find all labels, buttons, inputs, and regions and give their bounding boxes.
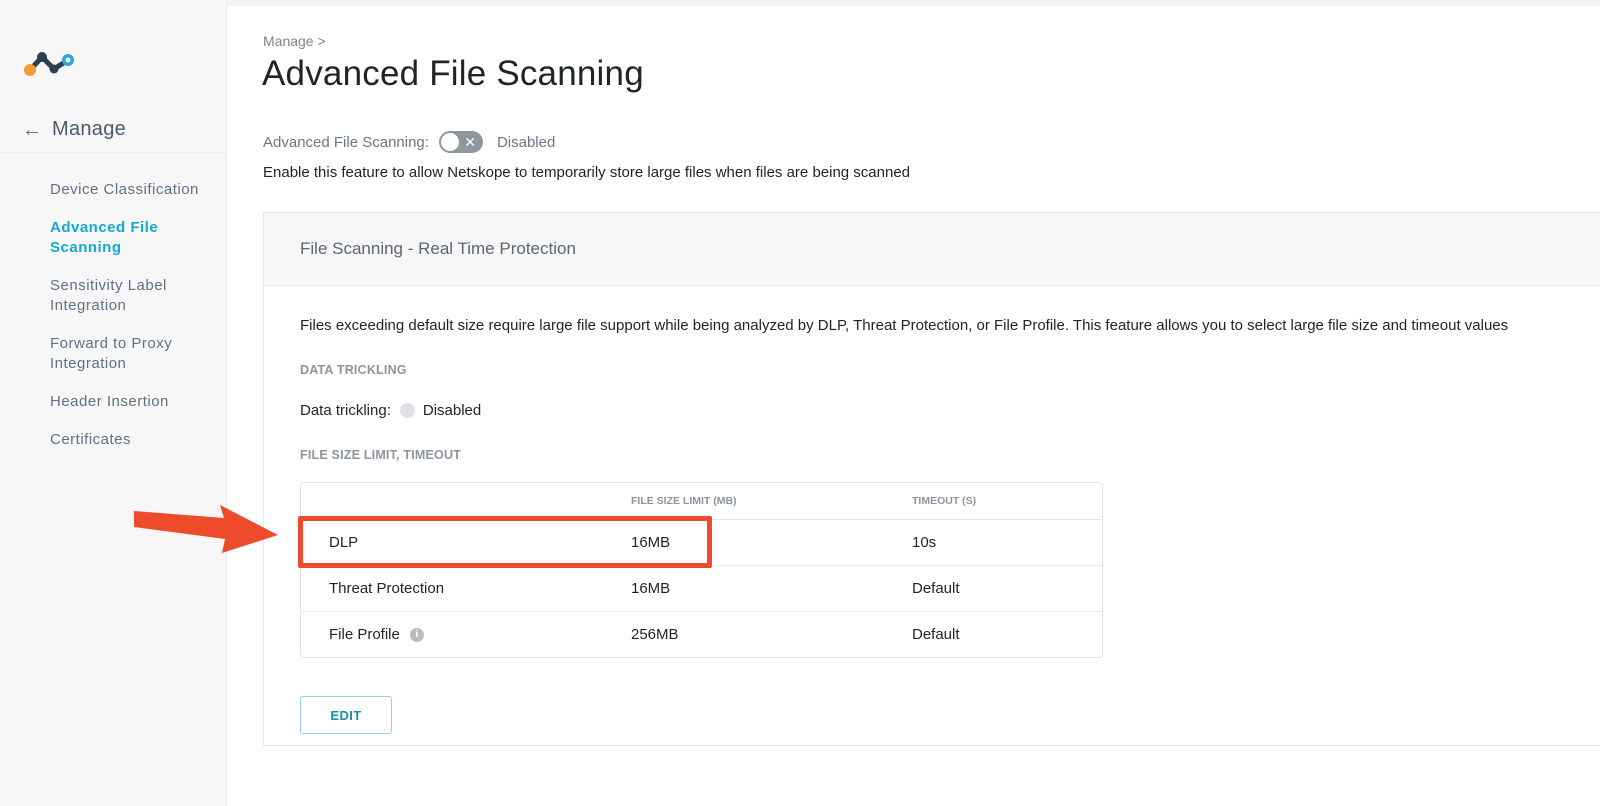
sidebar-item-forward-to-proxy-integration[interactable]: Forward to Proxy Integration — [50, 334, 210, 374]
card-header: File Scanning - Real Time Protection — [264, 213, 1600, 286]
sidebar-item-advanced-file-scanning[interactable]: Advanced File Scanning — [50, 218, 210, 258]
row-size: 16MB — [631, 580, 671, 597]
data-trickling-label: Data trickling: — [300, 402, 391, 419]
sidebar-item-device-classification[interactable]: Device Classification — [50, 180, 210, 200]
row-timeout: Default — [912, 626, 960, 643]
limits-table: FILE SIZE LIMIT (MB) TIMEOUT (S) DLP 16M… — [300, 482, 1103, 658]
table-row: File Profile i 256MB Default — [301, 612, 1102, 657]
table-row: Threat Protection 16MB Default — [301, 566, 1102, 612]
sidebar-nav: Device Classification Advanced File Scan… — [50, 180, 210, 468]
back-arrow-icon[interactable]: ← — [22, 120, 42, 140]
row-name: File Profile — [329, 626, 400, 643]
data-trickling-status: Disabled — [422, 402, 482, 419]
feature-status: Disabled — [496, 133, 556, 151]
column-header-file-size: FILE SIZE LIMIT (MB) — [631, 495, 737, 507]
sidebar: ← Manage Device Classification Advanced … — [0, 0, 227, 806]
feature-label: Advanced File Scanning: — [263, 133, 429, 151]
data-trickling-heading: DATA TRICKLING — [300, 363, 407, 377]
feature-toggle-row: Advanced File Scanning: ✕ Disabled — [263, 131, 555, 153]
card-description: Files exceeding default size require lar… — [300, 317, 1509, 334]
page-title: Advanced File Scanning — [262, 54, 644, 93]
table-header: FILE SIZE LIMIT (MB) TIMEOUT (S) — [301, 483, 1102, 520]
column-header-timeout: TIMEOUT (S) — [912, 495, 977, 507]
row-timeout: 10s — [912, 534, 937, 551]
row-name-cell: File Profile i — [301, 626, 631, 643]
file-scanning-card: File Scanning - Real Time Protection Fil… — [263, 212, 1600, 746]
file-size-limit-heading: FILE SIZE LIMIT, TIMEOUT — [300, 448, 462, 462]
back-to-manage[interactable]: ← Manage — [22, 118, 126, 141]
data-trickling-row: Data trickling: Disabled — [300, 402, 481, 419]
sidebar-item-certificates[interactable]: Certificates — [50, 430, 210, 450]
sidebar-divider — [0, 152, 226, 153]
sidebar-item-sensitivity-label-integration[interactable]: Sensitivity Label Integration — [50, 276, 210, 316]
row-name: Threat Protection — [329, 580, 445, 597]
status-dot-icon — [399, 403, 415, 418]
breadcrumb[interactable]: Manage > — [263, 33, 326, 49]
annotation-arrow-icon — [134, 505, 278, 553]
annotation-highlight-box — [298, 516, 712, 568]
close-icon: ✕ — [464, 134, 476, 150]
toggle-knob — [440, 133, 459, 151]
info-icon[interactable]: i — [409, 627, 424, 642]
row-timeout: Default — [912, 580, 960, 597]
sidebar-item-header-insertion[interactable]: Header Insertion — [50, 392, 210, 412]
edit-button[interactable]: EDIT — [300, 696, 392, 734]
sidebar-title[interactable]: Manage — [52, 118, 126, 141]
feature-description: Enable this feature to allow Netskope to… — [263, 164, 911, 181]
top-border — [226, 0, 1600, 6]
advanced-file-scanning-toggle[interactable]: ✕ — [438, 131, 483, 153]
row-size: 256MB — [631, 626, 679, 643]
netskope-logo[interactable] — [22, 48, 76, 85]
